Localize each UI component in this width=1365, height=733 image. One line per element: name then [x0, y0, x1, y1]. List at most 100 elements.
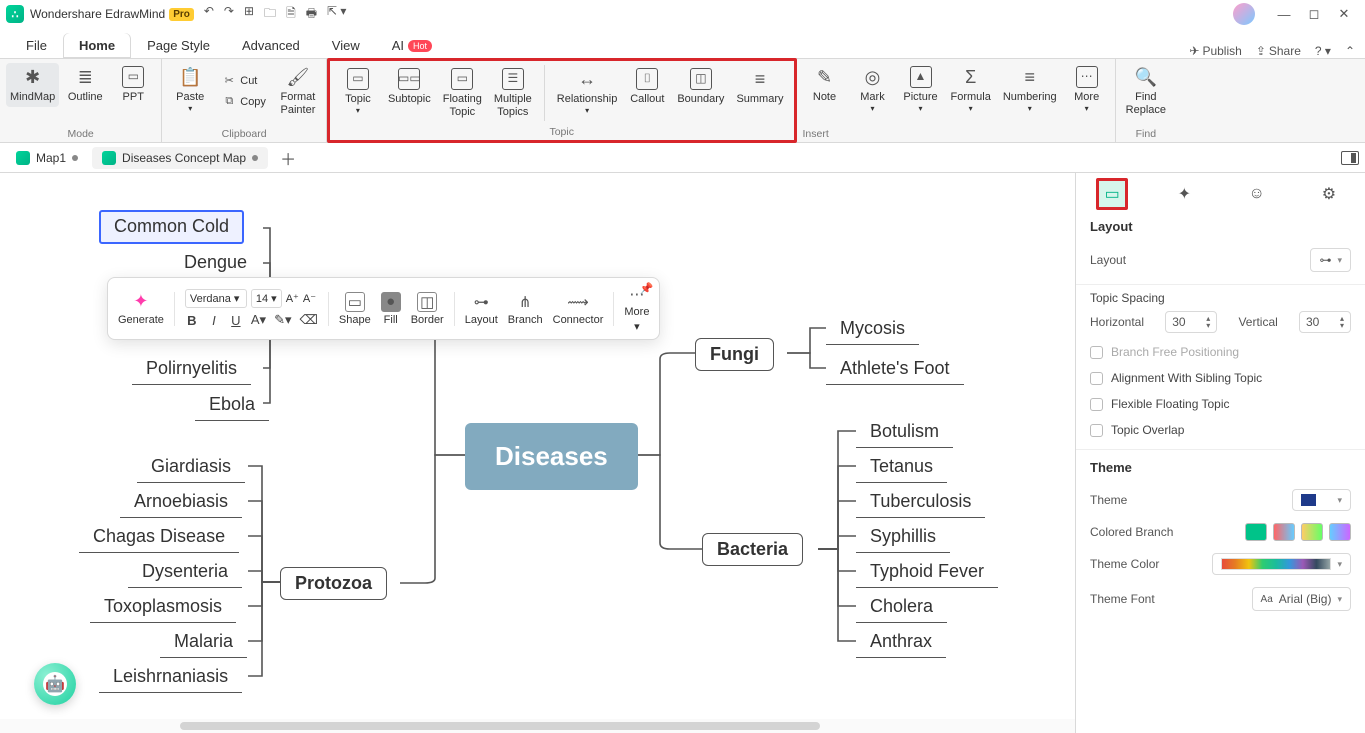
collapse-ribbon-button[interactable]: ⌃	[1345, 44, 1355, 58]
node-center[interactable]: Diseases	[465, 423, 638, 490]
mindmap-mode-button[interactable]: ✱MindMap	[6, 63, 59, 107]
node-protozoa[interactable]: Protozoa	[280, 567, 387, 600]
node-giardiasis[interactable]: Giardiasis	[137, 451, 245, 483]
callout-button[interactable]: ⌷Callout	[625, 65, 669, 121]
node-tuberculosis[interactable]: Tuberculosis	[856, 486, 985, 518]
node-botulism[interactable]: Botulism	[856, 416, 953, 448]
theme-font-select[interactable]: Aa Arial (Big)▾	[1252, 587, 1351, 611]
more-button[interactable]: ⋯More▾	[1065, 63, 1109, 116]
font-select[interactable]: Verdana ▾	[185, 289, 247, 308]
menu-page-style[interactable]: Page Style	[131, 33, 226, 58]
horizontal-scrollbar[interactable]	[0, 719, 1075, 733]
copy-button[interactable]: ⧉Copy	[216, 93, 272, 111]
multiple-topics-button[interactable]: ☰Multiple Topics	[490, 65, 536, 121]
node-athletes-foot[interactable]: Athlete's Foot	[826, 353, 964, 385]
node-dengue[interactable]: Dengue	[170, 247, 261, 279]
underline-button[interactable]: U	[229, 313, 243, 328]
numbering-button[interactable]: ≡Numbering▾	[999, 63, 1061, 116]
chk-branch-free[interactable]: Branch Free Positioning	[1076, 339, 1365, 365]
menu-ai[interactable]: AI Hot	[376, 33, 448, 58]
side-tab-icon[interactable]: ☺	[1241, 178, 1273, 210]
ppt-mode-button[interactable]: ▭PPT	[111, 63, 155, 107]
mark-button[interactable]: ◎Mark▾	[851, 63, 895, 116]
picture-button[interactable]: ▲Picture▾	[899, 63, 943, 116]
font-color-button[interactable]: A▾	[251, 312, 266, 328]
node-tetanus[interactable]: Tetanus	[856, 451, 947, 483]
summary-button[interactable]: ≡Summary	[732, 65, 787, 121]
doc-tab-map1[interactable]: Map1	[6, 147, 88, 169]
side-tab-settings[interactable]: ⚙	[1313, 178, 1345, 210]
chk-overlap[interactable]: Topic Overlap	[1076, 417, 1365, 443]
layout-select[interactable]: ⊶▾	[1310, 248, 1351, 272]
increase-font-button[interactable]: A⁺	[286, 292, 299, 305]
node-fungi[interactable]: Fungi	[695, 338, 774, 371]
paste-button[interactable]: 📋Paste▾	[168, 63, 212, 119]
canvas[interactable]: Diseases Fungi Mycosis Athlete's Foot Ba…	[0, 173, 1075, 733]
formula-button[interactable]: ΣFormula▾	[947, 63, 995, 116]
vertical-spacing-input[interactable]: 30▴▾	[1299, 311, 1351, 333]
decrease-font-button[interactable]: A⁻	[303, 292, 316, 305]
outline-mode-button[interactable]: ≣Outline	[63, 63, 107, 107]
print-icon[interactable]: 🖶	[306, 4, 317, 25]
node-polirnyelitis[interactable]: Polirnyelitis	[132, 353, 251, 385]
redo-icon[interactable]: ↷	[224, 4, 234, 25]
node-bacteria[interactable]: Bacteria	[702, 533, 803, 566]
colored-branch-swatches[interactable]	[1245, 523, 1351, 541]
relationship-button[interactable]: ↔Relationship▾	[553, 65, 622, 121]
help-button[interactable]: ? ▾	[1315, 44, 1331, 58]
shape-button[interactable]: ▭Shape	[339, 292, 371, 326]
ai-assistant-fab[interactable]: 🤖	[34, 663, 76, 705]
menu-file[interactable]: File	[10, 33, 63, 58]
side-tab-style[interactable]: ✦	[1168, 178, 1200, 210]
subtopic-button[interactable]: ▭▭Subtopic	[384, 65, 435, 121]
find-replace-button[interactable]: 🔍FindReplace	[1122, 63, 1170, 119]
export-icon[interactable]: ⇱ ▾	[327, 4, 346, 25]
chk-align-sibling[interactable]: Alignment With Sibling Topic	[1076, 365, 1365, 391]
node-syphillis[interactable]: Syphillis	[856, 521, 950, 553]
node-malaria[interactable]: Malaria	[160, 626, 247, 658]
note-button[interactable]: ✎Note	[803, 63, 847, 116]
cut-button[interactable]: ✂Cut	[216, 72, 272, 90]
theme-select[interactable]: ▾	[1292, 489, 1351, 511]
add-tab-button[interactable]: ＋	[272, 146, 304, 170]
node-anthrax[interactable]: Anthrax	[856, 626, 946, 658]
horizontal-spacing-input[interactable]: 30▴▾	[1165, 311, 1217, 333]
new-icon[interactable]: ⊞	[244, 4, 254, 25]
open-icon[interactable]: 🗀	[264, 4, 276, 25]
topic-button[interactable]: ▭Topic▾	[336, 65, 380, 121]
save-icon[interactable]: 🗎	[286, 4, 296, 25]
pin-icon[interactable]: 📌	[640, 282, 654, 295]
scroll-thumb[interactable]	[180, 722, 820, 730]
menu-view[interactable]: View	[316, 33, 376, 58]
share-button[interactable]: ⇪ Share	[1256, 44, 1301, 58]
menu-advanced[interactable]: Advanced	[226, 33, 316, 58]
panel-toggle-button[interactable]	[1341, 151, 1359, 165]
node-toxoplasmosis[interactable]: Toxoplasmosis	[90, 591, 236, 623]
node-arnoebiasis[interactable]: Arnoebiasis	[120, 486, 242, 518]
node-dysenteria[interactable]: Dysenteria	[128, 556, 242, 588]
generate-button[interactable]: ✦ Generate	[118, 291, 164, 326]
node-typhoid[interactable]: Typhoid Fever	[856, 556, 998, 588]
menu-home[interactable]: Home	[63, 33, 131, 58]
bold-button[interactable]: B	[185, 313, 199, 328]
node-common-cold[interactable]: Common Cold	[100, 211, 243, 243]
layout-button[interactable]: ⊶Layout	[465, 292, 498, 326]
font-size-select[interactable]: 14 ▾	[251, 289, 282, 308]
doc-tab-diseases[interactable]: Diseases Concept Map	[92, 147, 268, 169]
node-ebola[interactable]: Ebola	[195, 389, 269, 421]
node-chagas[interactable]: Chagas Disease	[79, 521, 239, 553]
fill-button[interactable]: ●Fill	[381, 292, 401, 326]
branch-button[interactable]: ⋔Branch	[508, 292, 543, 326]
floating-topic-button[interactable]: ▭Floating Topic	[439, 65, 486, 121]
side-tab-layout[interactable]: ▭	[1096, 178, 1128, 210]
connector-button[interactable]: ⟿Connector	[553, 292, 604, 326]
publish-button[interactable]: ✈ Publish	[1189, 44, 1241, 58]
format-painter-button[interactable]: 🖌Format Painter	[276, 63, 320, 119]
node-leishmaniasis[interactable]: Leishrnaniasis	[99, 661, 242, 693]
border-button[interactable]: ◫Border	[411, 292, 444, 326]
floating-format-toolbar[interactable]: 📌 ✦ Generate Verdana ▾ 14 ▾ A⁺ A⁻ B I	[107, 277, 660, 340]
highlight-button[interactable]: ✎▾	[274, 312, 291, 328]
theme-color-select[interactable]: ▾	[1212, 553, 1351, 575]
node-mycosis[interactable]: Mycosis	[826, 313, 919, 345]
node-cholera[interactable]: Cholera	[856, 591, 947, 623]
